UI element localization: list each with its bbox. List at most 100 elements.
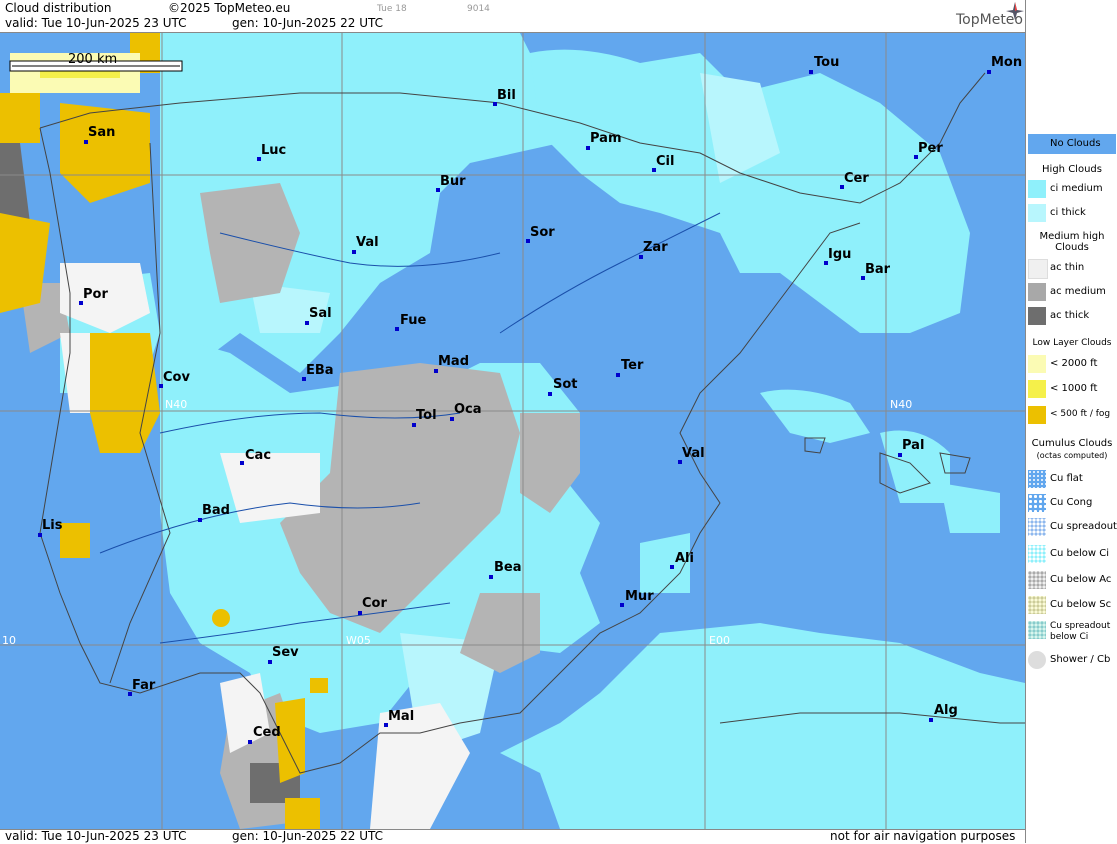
valid-time: valid: Tue 10-Jun-2025 23 UTC — [5, 16, 187, 30]
city-dot — [450, 417, 454, 421]
footer-gen: gen: 10-Jun-2025 22 UTC — [232, 829, 384, 843]
city-dot — [305, 321, 309, 325]
city-label[interactable]: Mal — [388, 709, 414, 724]
footer-disclaimer: not for air navigation purposes — [830, 829, 1016, 843]
city-dot — [198, 518, 202, 522]
tue-label: Tue 18 — [377, 4, 407, 14]
cloud-map[interactable]: 200 km N40 N40 W05 E00 10 San Bil Tou Mo… — [0, 33, 1025, 829]
low-500-label: < 500 ft / fog — [1050, 409, 1111, 419]
city-label[interactable]: Mad — [438, 354, 469, 369]
city-dot — [38, 533, 42, 537]
city-label[interactable]: Sor — [530, 225, 555, 240]
city-label[interactable]: Ced — [253, 725, 281, 740]
ac-thick-swatch — [1028, 307, 1046, 325]
city-dot — [548, 392, 552, 396]
ac-thin-label: ac thin — [1050, 262, 1085, 273]
city-label[interactable]: Per — [918, 141, 943, 156]
city-dot — [240, 461, 244, 465]
city-label[interactable]: Tol — [416, 408, 437, 423]
city-label[interactable]: Oca — [454, 402, 482, 417]
copyright: ©2025 TopMeteo.eu — [168, 1, 291, 15]
city-label[interactable]: Zar — [643, 240, 668, 255]
cu-spread-ci-label: Cu spreadout below Ci — [1050, 621, 1111, 642]
city-label[interactable]: Fue — [400, 313, 426, 328]
medium-clouds-heading: Medium high Clouds — [1039, 231, 1105, 253]
city-label[interactable]: Bea — [494, 560, 522, 575]
city-label[interactable]: Cer — [844, 171, 869, 186]
city-label[interactable]: Cac — [245, 448, 271, 463]
no-clouds-label: No Clouds — [1050, 138, 1101, 149]
city-dot — [268, 660, 272, 664]
city-dot — [898, 453, 902, 457]
city-label[interactable]: Cil — [656, 154, 674, 169]
cu-flat-swatch — [1028, 470, 1046, 488]
low-1000-swatch — [1028, 380, 1046, 398]
city-label[interactable]: Lis — [42, 518, 62, 533]
city-label[interactable]: Bil — [497, 88, 516, 103]
city-label[interactable]: Cov — [163, 370, 190, 385]
cu-below-sc-label: Cu below Sc — [1050, 599, 1112, 610]
ci-thick-label: ci thick — [1050, 207, 1086, 218]
city-label[interactable]: San — [88, 125, 115, 140]
grid-w10: 10 — [2, 634, 16, 647]
grid-n40-left: N40 — [165, 398, 188, 411]
city-label[interactable]: Igu — [828, 247, 851, 262]
city-label[interactable]: Ter — [621, 358, 643, 373]
cu-below-ci-label: Cu below Ci — [1050, 548, 1110, 559]
city-label[interactable]: Luc — [261, 143, 286, 158]
code-label: 9014 — [467, 4, 490, 14]
low-clouds-heading: Low Layer Clouds — [1032, 338, 1112, 348]
city-label[interactable]: Cor — [362, 596, 387, 611]
city-label[interactable]: Far — [132, 678, 155, 693]
city-dot — [434, 369, 438, 373]
city-dot — [489, 575, 493, 579]
cu-flat-label: Cu flat — [1050, 473, 1083, 484]
compass-logo-icon — [1006, 2, 1024, 20]
cu-below-sc-swatch — [1028, 596, 1046, 614]
city-label[interactable]: Sev — [272, 645, 299, 660]
ci-medium-swatch — [1028, 180, 1046, 198]
city-dot — [639, 255, 643, 259]
city-label[interactable]: Mon — [991, 55, 1022, 70]
city-dot — [352, 250, 356, 254]
city-dot — [670, 565, 674, 569]
city-label[interactable]: Por — [83, 287, 108, 302]
cu-below-ci-swatch — [1028, 545, 1046, 563]
city-label[interactable]: Bad — [202, 503, 230, 518]
city-label[interactable]: Sal — [309, 306, 332, 321]
city-label[interactable]: Pal — [902, 438, 924, 453]
city-label[interactable]: Tou — [814, 55, 839, 70]
high-clouds-heading: High Clouds — [1042, 164, 1102, 175]
city-label[interactable]: Val — [682, 446, 705, 461]
map-title: Cloud distribution — [5, 1, 112, 15]
city-label[interactable]: Bur — [440, 174, 466, 189]
cu-below-ac-swatch — [1028, 571, 1046, 589]
cu-cong-label: Cu Cong — [1050, 497, 1093, 508]
grid-n40-right: N40 — [890, 398, 913, 411]
city-label[interactable]: Pam — [590, 131, 622, 146]
grid-w05: W05 — [346, 634, 371, 647]
city-label[interactable]: Ali — [675, 551, 694, 566]
cumulus-heading: Cumulus Clouds — [1031, 438, 1113, 449]
cloud-layer — [0, 33, 1025, 829]
cu-cong-swatch — [1028, 494, 1046, 512]
city-dot — [987, 70, 991, 74]
shower-swatch — [1028, 651, 1046, 669]
city-label[interactable]: EBa — [306, 363, 334, 378]
city-label[interactable]: Val — [356, 235, 379, 250]
city-label[interactable]: Alg — [934, 703, 958, 718]
cu-below-ac-label: Cu below Ac — [1050, 574, 1112, 585]
low-2000-label: < 2000 ft — [1050, 358, 1098, 369]
ci-thick-swatch — [1028, 204, 1046, 222]
cu-spread-ci-swatch — [1028, 621, 1046, 639]
ac-thin-swatch — [1028, 259, 1048, 279]
city-dot — [929, 718, 933, 722]
city-label[interactable]: Mur — [625, 589, 654, 604]
city-dot — [620, 603, 624, 607]
city-label[interactable]: Bar — [865, 262, 890, 277]
city-dot — [586, 146, 590, 150]
cu-spread-swatch — [1028, 518, 1046, 536]
city-label[interactable]: Sot — [553, 377, 578, 392]
city-dot — [616, 373, 620, 377]
low-1000-label: < 1000 ft — [1050, 383, 1098, 394]
